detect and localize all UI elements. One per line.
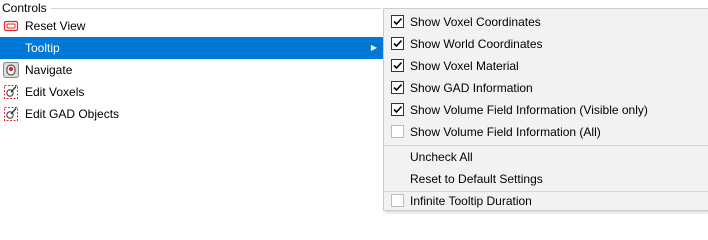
menu-item-show-voxel-coordinates[interactable]: Show Voxel Coordinates bbox=[384, 11, 708, 33]
group-divider bbox=[51, 8, 381, 9]
menu-item-uncheck-all[interactable]: Uncheck All bbox=[384, 146, 708, 168]
controls-menu: Reset View Tooltip ▶ Navigate Edit Voxel… bbox=[0, 15, 383, 125]
menu-item-label: Reset to Default Settings bbox=[410, 172, 543, 186]
tooltip-item[interactable]: Tooltip ▶ bbox=[0, 37, 383, 59]
checkbox-checked[interactable] bbox=[391, 59, 404, 72]
navigate-icon bbox=[3, 62, 19, 78]
menu-item-label: Show GAD Information bbox=[410, 81, 533, 95]
screen: Controls Reset View Tooltip ▶ Navigate E… bbox=[0, 0, 708, 211]
menu-item-label: Show Voxel Coordinates bbox=[410, 15, 541, 29]
checkbox-checked[interactable] bbox=[391, 81, 404, 94]
reset-view-icon bbox=[3, 18, 19, 34]
menu-item-label: Show Volume Field Information (Visible o… bbox=[410, 103, 648, 117]
checkbox-checked[interactable] bbox=[391, 103, 404, 116]
menu-item-show-world-coordinates[interactable]: Show World Coordinates bbox=[384, 33, 708, 55]
controls-group-title: Controls bbox=[2, 1, 47, 15]
menu-item-reset-default-settings[interactable]: Reset to Default Settings bbox=[384, 168, 708, 190]
menu-item-infinite-tooltip-duration[interactable]: Infinite Tooltip Duration bbox=[384, 190, 708, 212]
navigate-label: Navigate bbox=[25, 63, 73, 77]
checkbox-unchecked[interactable] bbox=[391, 125, 404, 138]
edit-voxels-icon bbox=[3, 84, 19, 100]
navigate-item[interactable]: Navigate bbox=[0, 59, 383, 81]
edit-voxels-item[interactable]: Edit Voxels bbox=[0, 81, 383, 103]
edit-gad-objects-icon bbox=[3, 106, 19, 122]
menu-item-show-gad-information[interactable]: Show GAD Information bbox=[384, 77, 708, 99]
menu-item-label: Infinite Tooltip Duration bbox=[410, 194, 532, 208]
reset-view-label: Reset View bbox=[25, 19, 86, 33]
reset-view-item[interactable]: Reset View bbox=[0, 15, 383, 37]
checkbox-unchecked[interactable] bbox=[391, 194, 404, 207]
menu-item-show-volume-field-all[interactable]: Show Volume Field Information (All) bbox=[384, 121, 708, 143]
checkbox-checked[interactable] bbox=[391, 37, 404, 50]
checkbox-checked[interactable] bbox=[391, 15, 404, 28]
menu-item-label: Show World Coordinates bbox=[410, 37, 543, 51]
edit-voxels-label: Edit Voxels bbox=[25, 85, 85, 99]
tooltip-label: Tooltip bbox=[25, 41, 60, 55]
menu-item-label: Uncheck All bbox=[410, 150, 473, 164]
edit-gad-objects-item[interactable]: Edit GAD Objects bbox=[0, 103, 383, 125]
edit-gad-objects-label: Edit GAD Objects bbox=[25, 107, 120, 121]
menu-item-show-voxel-material[interactable]: Show Voxel Material bbox=[384, 55, 708, 77]
tooltip-submenu: Show Voxel Coordinates Show World Coordi… bbox=[383, 8, 708, 211]
submenu-arrow-icon: ▶ bbox=[370, 43, 377, 52]
menu-item-label: Show Voxel Material bbox=[410, 59, 519, 73]
menu-item-label: Show Volume Field Information (All) bbox=[410, 125, 601, 139]
menu-item-show-volume-field-visible[interactable]: Show Volume Field Information (Visible o… bbox=[384, 99, 708, 121]
